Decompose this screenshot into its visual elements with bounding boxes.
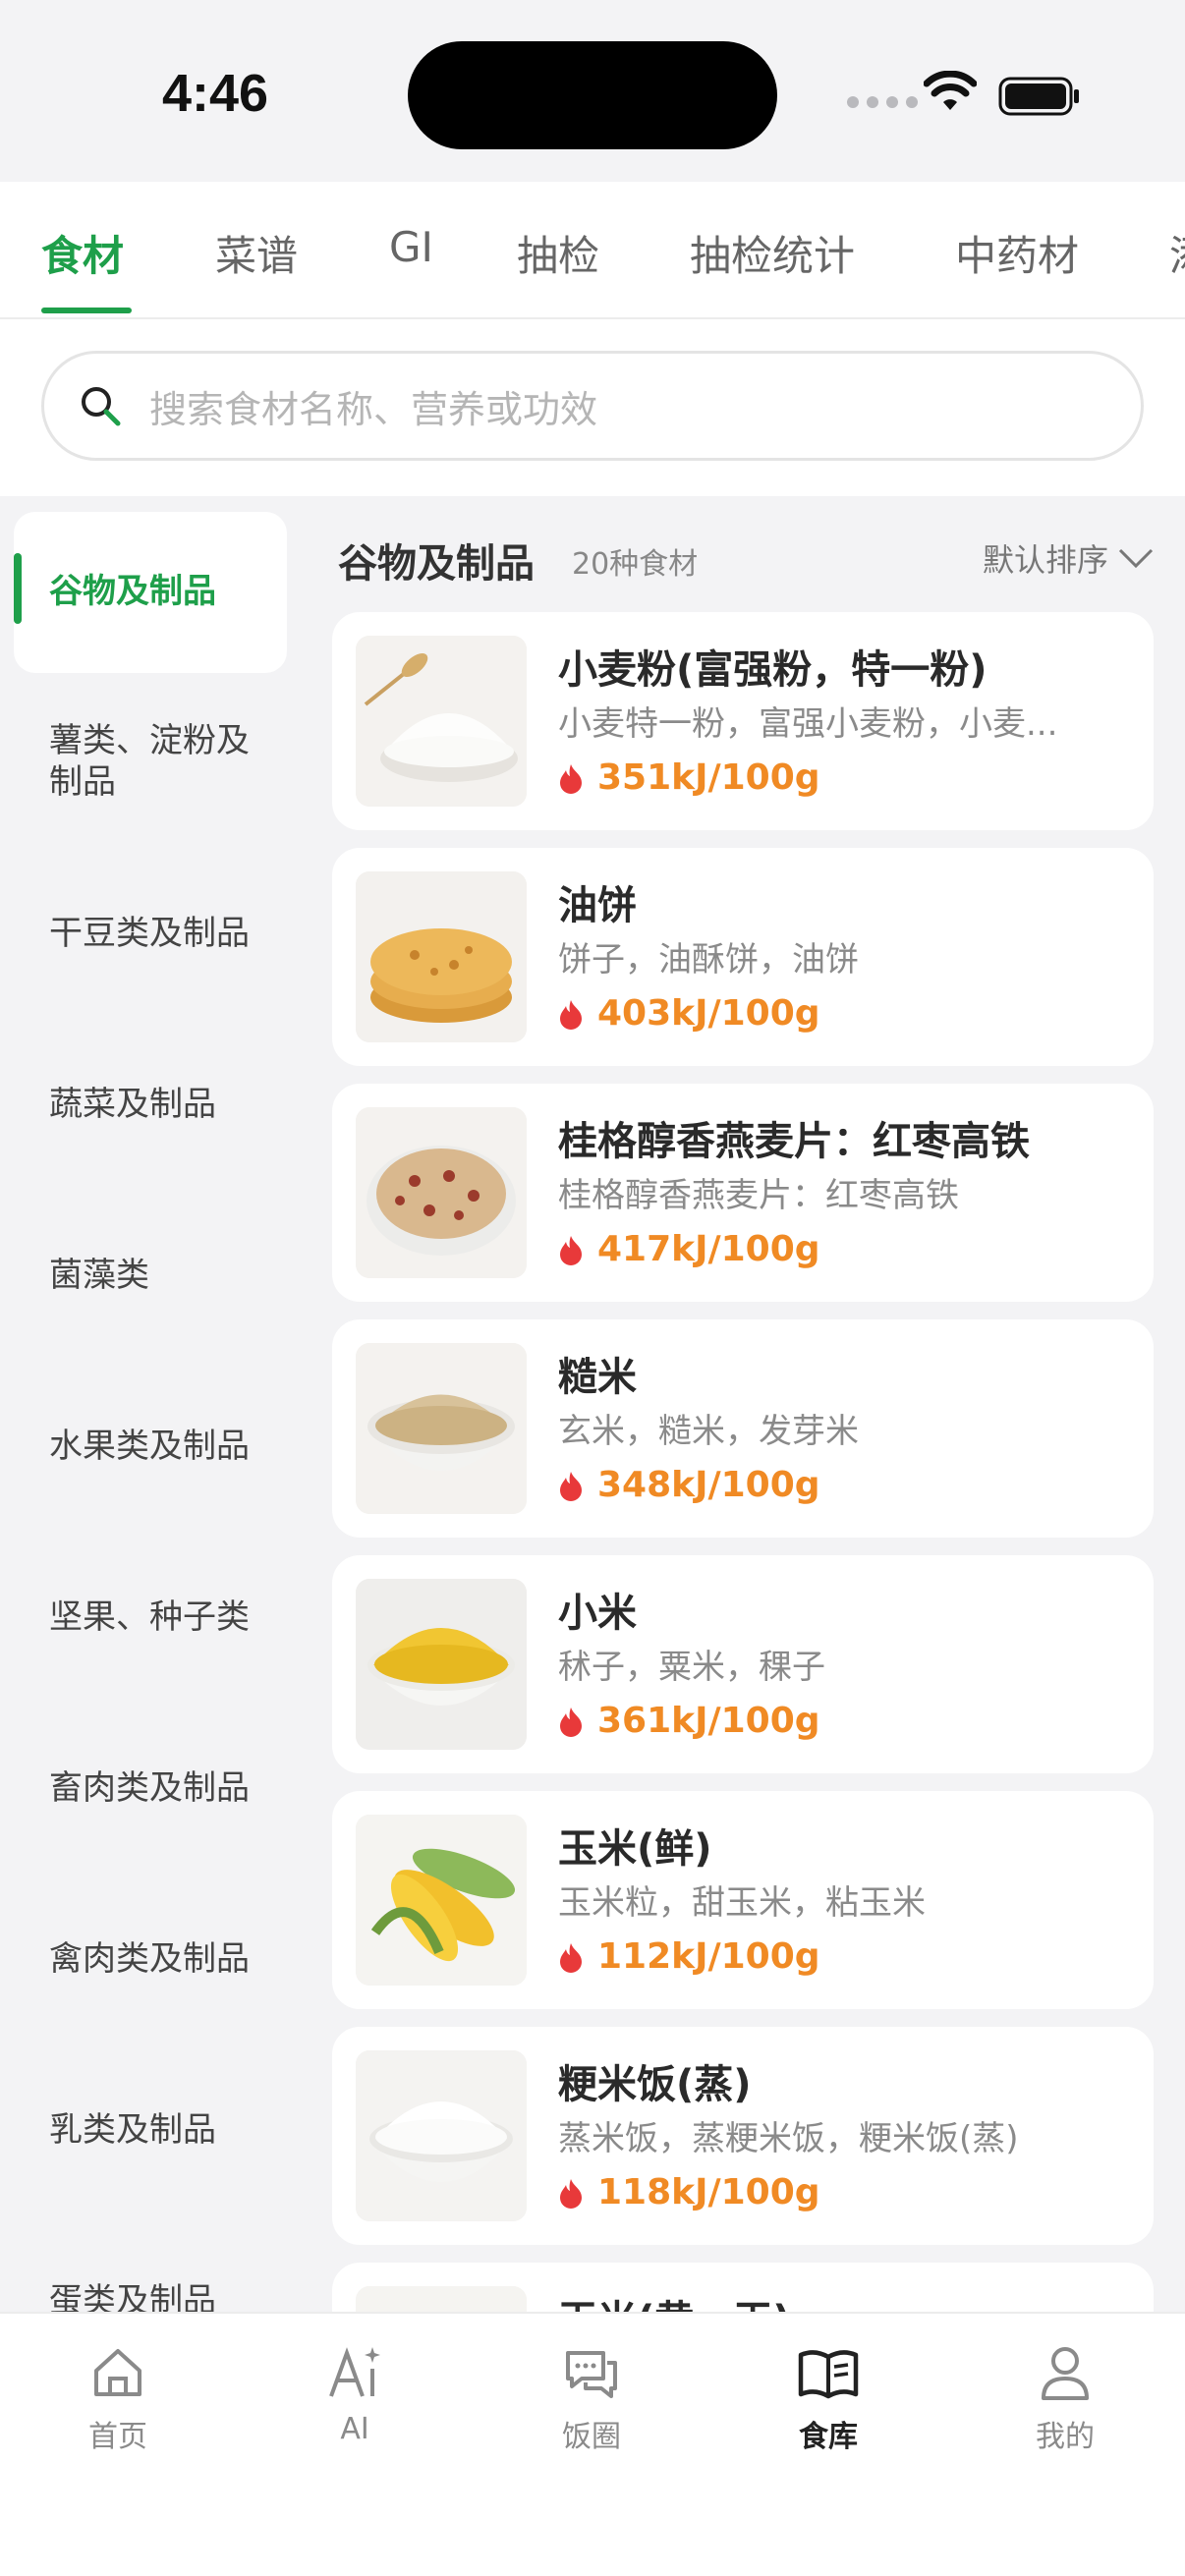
flame-icon: [560, 763, 582, 794]
food-alias: 小麦特一粉，富强小麦粉，小麦...: [558, 704, 1058, 744]
food-card[interactable]: 玉米(黄，干): [332, 2263, 1154, 2312]
flame-icon: [560, 2178, 582, 2209]
sort-dropdown[interactable]: 默认排序: [983, 535, 1156, 581]
food-energy: 351kJ/100g: [558, 757, 820, 798]
millet-image: [356, 1579, 527, 1750]
food-energy: 112kJ/100g: [558, 1936, 820, 1977]
sidebar-item-tubers[interactable]: 薯类、淀粉及制品: [49, 720, 275, 803]
nav-profile-label: 我的: [1036, 2420, 1095, 2454]
food-name: 糙米: [558, 1355, 637, 1400]
food-card[interactable]: 玉米(鲜) 玉米粒，甜玉米，粘玉米 112kJ/100g: [332, 1791, 1154, 2009]
nav-home-label: 首页: [88, 2420, 147, 2454]
sidebar-item-dairy[interactable]: 乳类及制品: [49, 2109, 275, 2151]
food-card[interactable]: 油饼 饼子，油酥饼，油饼 403kJ/100g: [332, 848, 1154, 1066]
nav-ai[interactable]: AI: [276, 2343, 433, 2446]
nav-community[interactable]: 饭圈: [513, 2343, 670, 2455]
tab-gi[interactable]: GI: [389, 223, 433, 271]
food-alias: 饼子，油酥饼，油饼: [558, 940, 859, 980]
nav-community-label: 饭圈: [562, 2420, 621, 2454]
food-card[interactable]: 小米 秫子，粟米，稞子 361kJ/100g: [332, 1555, 1154, 1773]
sidebar-item-eggs[interactable]: 蛋类及制品: [49, 2280, 275, 2312]
active-tab-indicator: [41, 308, 132, 313]
food-name: 油饼: [558, 883, 637, 928]
sidebar-item-fruits[interactable]: 水果类及制品: [49, 1426, 275, 1467]
food-card[interactable]: 桂格醇香燕麦片：红枣高铁 桂格醇香燕麦片：红枣高铁 417kJ/100g: [332, 1084, 1154, 1302]
flame-icon: [560, 1471, 582, 1501]
dynamic-island: [408, 41, 777, 149]
status-bar: 4:46: [0, 0, 1185, 182]
sidebar-item-vegetables[interactable]: 蔬菜及制品: [49, 1084, 275, 1125]
list-count: 20种食材: [572, 547, 699, 582]
nav-food-library[interactable]: 食库: [750, 2343, 907, 2455]
chat-icon: [566, 2351, 617, 2398]
tab-herbs[interactable]: 中药材: [955, 223, 1079, 283]
category-tabs: 食材 菜谱 GI 抽检 抽检统计 中药材 添: [0, 182, 1185, 319]
food-energy: 403kJ/100g: [558, 993, 820, 1034]
flatbread-image: [356, 871, 527, 1042]
flour-image: [356, 636, 527, 807]
wifi-icon: [924, 71, 977, 110]
sidebar-item-nuts-seeds[interactable]: 坚果、种子类: [49, 1596, 275, 1638]
food-name: 桂格醇香燕麦片：红枣高铁: [558, 1119, 1030, 1164]
flame-icon: [560, 1942, 582, 1973]
food-card[interactable]: 糙米 玄米，糙米，发芽米 348kJ/100g: [332, 1319, 1154, 1538]
food-name: 小麦粉(富强粉，特一粉): [558, 647, 988, 693]
person-icon: [1042, 2347, 1089, 2400]
flame-icon: [560, 1707, 582, 1737]
corn-image: [356, 1815, 527, 1986]
tab-additives[interactable]: 添: [1169, 223, 1185, 283]
food-name: 玉米(鲜): [558, 1826, 712, 1872]
nav-ai-label: AI: [340, 2412, 369, 2446]
search-area: 搜索食材名称、营养或功效: [0, 319, 1185, 496]
category-sidebar: 谷物及制品 薯类、淀粉及制品 干豆类及制品 蔬菜及制品 菌藻类 水果类及制品 坚…: [0, 496, 305, 2312]
food-energy: 417kJ/100g: [558, 1229, 820, 1269]
food-alias: 玉米粒，甜玉米，粘玉米: [558, 1883, 926, 1923]
sidebar-item-livestock-meat[interactable]: 畜肉类及制品: [49, 1767, 275, 1809]
brown-rice-image: [356, 1343, 527, 1514]
bottom-navigation: 首页 AI 饭圈 食库 我的: [0, 2312, 1185, 2576]
search-icon: [82, 387, 121, 426]
food-card[interactable]: 粳米饭(蒸) 蒸米饭，蒸粳米饭，粳米饭(蒸) 118kJ/100g: [332, 2027, 1154, 2245]
sidebar-item-fungi-algae[interactable]: 菌藻类: [49, 1255, 275, 1296]
food-energy: 118kJ/100g: [558, 2172, 820, 2212]
search-input[interactable]: 搜索食材名称、营养或功效: [41, 351, 1144, 461]
active-category-indicator: [14, 553, 22, 624]
food-name: 玉米(黄，干): [558, 2288, 791, 2312]
nav-home[interactable]: 首页: [39, 2343, 197, 2455]
nav-profile[interactable]: 我的: [987, 2343, 1144, 2455]
tab-recipes[interactable]: 菜谱: [215, 223, 298, 283]
food-name: 粳米饭(蒸): [558, 2062, 752, 2107]
food-alias: 蒸米饭，蒸粳米饭，粳米饭(蒸): [558, 2119, 1019, 2158]
food-alias: 玄米，糙米，发芽米: [558, 1412, 859, 1451]
food-name: 小米: [558, 1591, 637, 1636]
battery-icon: [998, 77, 1079, 116]
status-time: 4:46: [162, 64, 269, 123]
food-alias: 秫子，粟米，稞子: [558, 1648, 825, 1687]
book-icon: [798, 2350, 859, 2399]
food-energy: 361kJ/100g: [558, 1701, 820, 1741]
food-alias: 桂格醇香燕麦片：红枣高铁: [558, 1176, 959, 1215]
cellular-signal-icon: [847, 96, 918, 108]
tab-inspection[interactable]: 抽检: [517, 223, 599, 283]
oatmeal-image: [356, 1107, 527, 1278]
sort-label: 默认排序: [983, 541, 1109, 579]
flame-icon: [560, 1235, 582, 1265]
food-list-panel: 谷物及制品 20种食材 默认排序 小麦粉(富强粉，特一粉) 小麦特一粉，富强小麦…: [330, 496, 1185, 2312]
sidebar-item-poultry[interactable]: 禽肉类及制品: [49, 1938, 275, 1980]
search-placeholder: 搜索食材名称、营养或功效: [149, 387, 598, 431]
sidebar-item-beans[interactable]: 干豆类及制品: [49, 913, 275, 954]
chevron-down-icon: [1118, 548, 1154, 569]
dry-corn-image: [356, 2286, 527, 2312]
food-energy: 348kJ/100g: [558, 1465, 820, 1505]
list-title: 谷物及制品: [338, 541, 535, 587]
sidebar-item-grains[interactable]: 谷物及制品: [49, 571, 275, 612]
tab-ingredients[interactable]: 食材: [41, 223, 124, 283]
flame-icon: [560, 999, 582, 1030]
food-card[interactable]: 小麦粉(富强粉，特一粉) 小麦特一粉，富强小麦粉，小麦... 351kJ/100…: [332, 612, 1154, 830]
ai-icon: [329, 2347, 380, 2397]
nav-food-library-label: 食库: [799, 2420, 858, 2454]
rice-image: [356, 2050, 527, 2221]
tab-inspection-stats[interactable]: 抽检统计: [690, 223, 855, 283]
home-icon: [94, 2349, 141, 2396]
